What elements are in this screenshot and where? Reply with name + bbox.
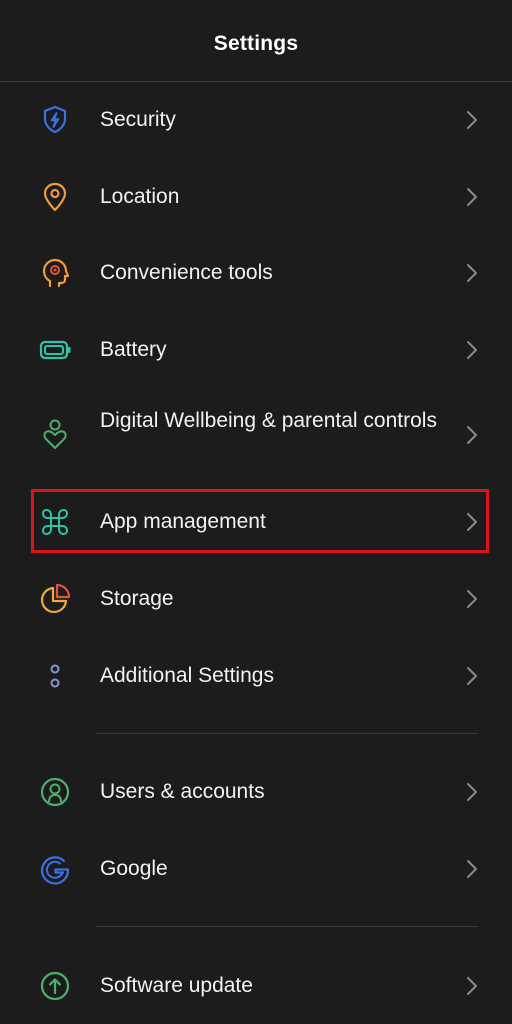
security-shield-icon <box>38 103 72 137</box>
chevron-right-icon <box>462 664 482 688</box>
chevron-right-icon <box>462 857 482 881</box>
chevron-right-icon <box>462 261 482 285</box>
settings-item-label: Location <box>100 185 180 208</box>
settings-item-additional-settings[interactable]: Additional Settings <box>0 646 512 706</box>
settings-item-label: Digital Wellbeing & parental controls <box>100 409 437 432</box>
settings-item-label: Users & accounts <box>100 780 265 803</box>
settings-item-battery[interactable]: Battery <box>0 320 512 380</box>
additional-settings-dots-icon <box>38 659 72 693</box>
settings-item-label: Security <box>100 108 176 131</box>
settings-item-label: Google <box>100 857 168 880</box>
section-divider <box>96 733 478 734</box>
settings-item-users-accounts[interactable]: Users & accounts <box>0 762 512 822</box>
settings-item-label: Additional Settings <box>100 664 274 687</box>
settings-item-location[interactable]: Location <box>0 167 512 227</box>
settings-item-label: Convenience tools <box>100 261 273 284</box>
settings-item-label: Battery <box>100 338 167 361</box>
chevron-right-icon <box>462 587 482 611</box>
chevron-right-icon <box>462 974 482 998</box>
battery-icon <box>38 333 72 367</box>
settings-item-digital-wellbeing[interactable]: Digital Wellbeing & parental controls <box>0 397 512 473</box>
settings-item-label: Storage <box>100 587 174 610</box>
settings-item-convenience-tools[interactable]: Convenience tools <box>0 243 512 303</box>
location-pin-icon <box>38 180 72 214</box>
user-account-icon <box>38 775 72 809</box>
settings-item-google[interactable]: Google <box>0 839 512 899</box>
chevron-right-icon <box>462 780 482 804</box>
settings-item-label: Software update <box>100 974 253 997</box>
settings-item-storage[interactable]: Storage <box>0 569 512 629</box>
highlight-box <box>31 489 489 553</box>
convenience-tools-head-icon <box>38 256 72 290</box>
software-update-arrow-icon <box>38 969 72 1003</box>
google-g-icon <box>38 852 72 886</box>
settings-item-software-update[interactable]: Software update <box>0 956 512 1016</box>
chevron-right-icon <box>462 185 482 209</box>
settings-item-security[interactable]: Security <box>0 90 512 150</box>
section-divider <box>96 926 478 927</box>
chevron-right-icon <box>462 108 482 132</box>
settings-screen: Settings Security Location Convenience t… <box>0 0 512 1024</box>
chevron-right-icon <box>462 423 482 447</box>
header-bar: Settings <box>0 0 512 82</box>
storage-pie-icon <box>38 582 72 616</box>
chevron-right-icon <box>462 338 482 362</box>
page-title: Settings <box>213 32 299 55</box>
wellbeing-heart-person-icon <box>38 418 72 452</box>
